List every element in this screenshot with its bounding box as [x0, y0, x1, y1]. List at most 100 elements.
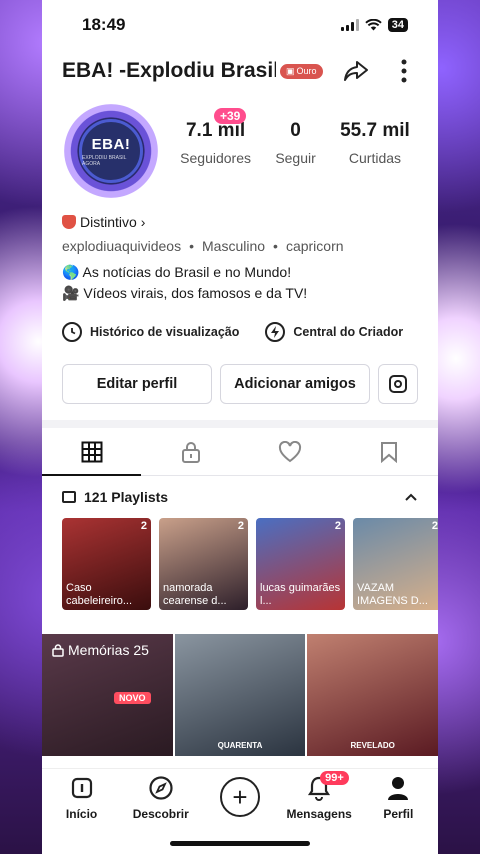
playlist-icon: [62, 491, 76, 503]
avatar-logo-subtext: EXPLODIU BRASIL AGORA: [82, 154, 127, 167]
playlist-card[interactable]: 2 VAZAM IMAGENS D...: [353, 518, 438, 610]
badges-label: Distintivo: [80, 214, 137, 230]
video-thumbnail[interactable]: QUARENTA: [174, 634, 306, 756]
chevron-up-icon[interactable]: [404, 492, 418, 502]
avatar[interactable]: EBA! EXPLODIU BRASIL AGORA: [58, 100, 168, 210]
memories-label: Memórias 25: [52, 642, 149, 658]
compass-icon: [148, 775, 174, 801]
instagram-button[interactable]: [378, 364, 418, 404]
playlist-card[interactable]: 2 lucas guimarães l...: [256, 518, 345, 610]
new-followers-badge: +39: [214, 108, 247, 124]
memories-cell[interactable]: Memórias 25 NOVO: [42, 634, 173, 756]
bookmark-icon: [380, 441, 397, 463]
stat-value: 0: [290, 120, 301, 141]
new-badge: NOVO: [114, 692, 151, 704]
stat-following[interactable]: 0 Seguir: [275, 120, 315, 166]
video-overlay-text: QUARENTA: [217, 741, 263, 750]
profile-stats: 7.1 mil Seguidores 0 Seguir 55.7 mil Cur…: [168, 100, 422, 210]
profile-username: EBA! -Explodiu Brasil: [62, 59, 276, 82]
video-overlay-text: REVELADO: [350, 741, 395, 750]
grid-icon: [81, 441, 102, 462]
memories-text: Memórias 25: [68, 642, 149, 658]
stat-label: Seguidores: [180, 150, 251, 166]
playlists-carousel: 2 Caso cabeleireiro... 2 namorada cearen…: [42, 518, 438, 614]
messages-badge: 99+: [320, 771, 349, 785]
instagram-icon: [389, 375, 407, 393]
nav-profile[interactable]: Perfil: [361, 775, 435, 854]
stat-label: Curtidas: [348, 150, 402, 166]
playlist-title: namorada cearense d...: [163, 582, 227, 607]
separator-dot: •: [273, 238, 278, 254]
home-indicator: [170, 841, 310, 846]
avatar-logo-text: EBA!: [91, 135, 131, 153]
battery-indicator: 34: [387, 18, 408, 32]
creator-center-label: Central do Criador: [293, 325, 404, 339]
profile-gender: Masculino: [202, 238, 266, 254]
nav-profile-label: Perfil: [383, 807, 414, 821]
status-bar: 18:49 34: [42, 0, 438, 50]
nav-home[interactable]: Início: [45, 775, 119, 854]
playlist-title: lucas guimarães l...: [260, 582, 341, 607]
edit-profile-button[interactable]: Editar perfil: [62, 364, 212, 404]
status-icons: 34: [340, 18, 408, 32]
lightning-icon: [265, 322, 286, 342]
profile-sign: capricorn: [285, 238, 344, 254]
nav-home-label: Início: [65, 807, 98, 821]
clock-icon: [62, 322, 82, 342]
playlist-card[interactable]: 2 Caso cabeleireiro...: [62, 518, 151, 610]
profile-actions: Editar perfil Adicionar amigos: [42, 348, 438, 404]
home-icon: [69, 775, 95, 801]
playlists-label: 121 Playlists: [84, 489, 169, 505]
nav-discover-label: Descobrir: [132, 807, 189, 821]
bottom-navigation: Início Descobrir + 99+ Mensagens Perfil: [42, 768, 438, 854]
playlist-card[interactable]: 2 namorada cearense d...: [159, 518, 248, 610]
nav-messages-label: Mensagens: [286, 807, 352, 821]
plus-icon: +: [219, 777, 260, 817]
separator-dot: •: [189, 238, 194, 254]
lock-icon: [52, 643, 64, 657]
stat-value: 55.7 mil: [340, 120, 410, 141]
status-time: 18:49: [82, 15, 126, 34]
watch-history-label: Histórico de visualização: [90, 325, 240, 339]
playlist-title: Caso cabeleireiro...: [66, 582, 133, 607]
chevron-right-icon: ›: [140, 214, 146, 230]
playlist-count: 2: [237, 520, 244, 532]
playlist-title: VAZAM IMAGENS D...: [357, 582, 428, 607]
more-options-icon[interactable]: [390, 57, 418, 85]
watch-history-link[interactable]: Histórico de visualização: [62, 322, 239, 342]
add-friends-button[interactable]: Adicionar amigos: [220, 364, 370, 404]
tab-private[interactable]: [141, 428, 240, 475]
lock-icon: [181, 441, 200, 463]
tab-videos[interactable]: [42, 428, 141, 476]
stat-label: Seguir: [275, 150, 316, 166]
signal-icon: [340, 19, 359, 31]
content-tabs: [42, 428, 438, 476]
section-divider: [42, 420, 438, 428]
badge-shield-icon: [62, 215, 76, 229]
video-thumbnail[interactable]: REVELADO: [307, 634, 438, 756]
playlist-count: 2: [334, 520, 341, 532]
tier-badge[interactable]: ▣ Ouro: [280, 63, 323, 79]
stat-likes[interactable]: 55.7 mil Curtidas: [340, 120, 410, 166]
avatar-logo: EBA! EXPLODIU BRASIL AGORA: [79, 119, 143, 183]
playlists-header[interactable]: 121 Playlists: [42, 476, 438, 518]
playlist-count: 2: [431, 520, 438, 532]
profile-bio: 🌎 As notícias do Brasil e no Mundo! 🎥 Ví…: [42, 258, 438, 304]
tab-saved[interactable]: [339, 428, 438, 475]
profile-screen: 18:49 34 EBA! -Explodiu Brasil ▣ Ouro EB…: [42, 0, 438, 854]
stat-followers[interactable]: 7.1 mil Seguidores: [180, 120, 251, 166]
profile-header: EBA! -Explodiu Brasil ▣ Ouro: [42, 50, 438, 92]
tab-liked[interactable]: [240, 428, 339, 475]
bio-line: 🌎 As notícias do Brasil e no Mundo!: [62, 264, 292, 280]
profile-handle: explodiuaquivideos: [62, 238, 182, 254]
person-icon: [385, 775, 411, 801]
creator-shortcuts: Histórico de visualização Central do Cri…: [42, 304, 438, 348]
video-grid: Memórias 25 NOVO QUARENTA REVELADO: [42, 634, 438, 756]
profile-meta: explodiuaquivideos • Masculino • caprico…: [42, 234, 438, 258]
badges-link[interactable]: Distintivo ›: [42, 210, 438, 234]
share-icon[interactable]: [343, 57, 371, 85]
playlist-count: 2: [140, 520, 147, 532]
creator-center-link[interactable]: Central do Criador: [265, 322, 403, 342]
tier-label: Ouro: [296, 66, 317, 76]
heart-icon: [278, 440, 301, 462]
